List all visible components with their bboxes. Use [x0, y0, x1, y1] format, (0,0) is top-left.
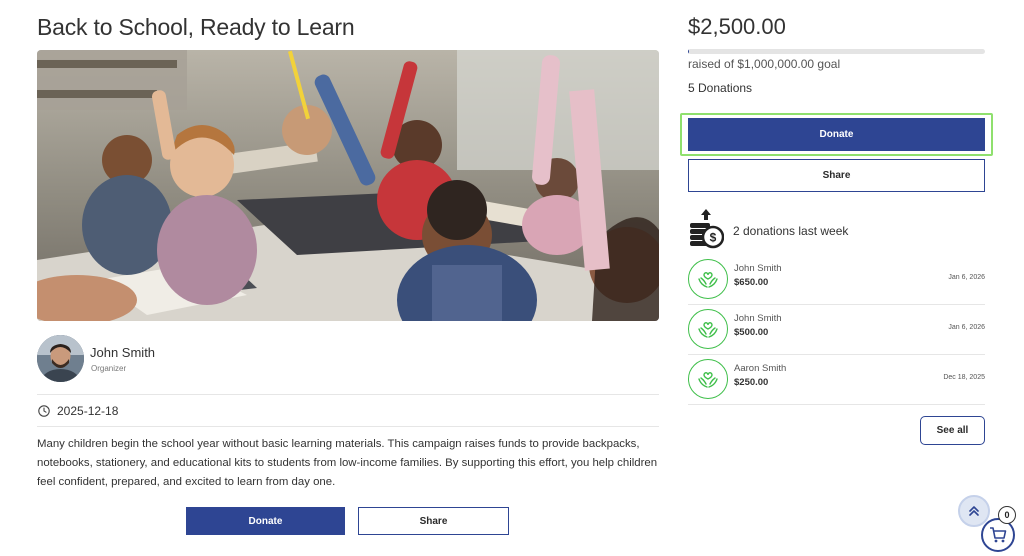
organizer-name: John Smith [90, 345, 156, 360]
donation-date: Jan 6, 2026 [948, 324, 985, 331]
see-all-button[interactable]: See all [920, 416, 985, 445]
donate-button-bottom[interactable]: Donate [186, 507, 345, 535]
raised-amount: $2,500.00 [688, 14, 786, 39]
weekly-donations-text: 2 donations last week [733, 224, 849, 238]
coins-stack-icon: $ [690, 209, 724, 249]
campaign-hero-image [37, 50, 659, 321]
donate-button[interactable]: Donate [688, 118, 985, 151]
donation-date: Dec 18, 2025 [943, 374, 985, 381]
donation-amount: $500.00 [734, 327, 769, 338]
page-title: Back to School, Ready to Learn [37, 14, 355, 40]
clock-icon [38, 405, 50, 417]
funding-progress-bar [688, 49, 985, 54]
svg-text:$: $ [710, 231, 717, 245]
hands-heart-icon [688, 259, 728, 299]
organizer-role: Organizer [91, 364, 127, 373]
campaign-date: 2025-12-18 [57, 404, 119, 418]
hands-heart-icon [688, 359, 728, 399]
weekly-donations-summary: $ 2 donations last week [688, 207, 985, 251]
donor-name: Aaron Smith [734, 363, 787, 374]
shopping-cart-icon [990, 527, 1007, 543]
funding-progress-fill [688, 49, 689, 54]
donation-item: Aaron Smith $250.00 Dec 18, 2025 [688, 355, 985, 405]
organizer-row: John Smith Organizer [37, 335, 659, 395]
goal-text: raised of $1,000,000.00 goal [688, 57, 841, 71]
donation-count: 5 Donations [688, 81, 753, 95]
hands-heart-icon [688, 309, 728, 349]
share-button[interactable]: Share [688, 159, 985, 192]
campaign-description: Many children begin the school year with… [37, 438, 658, 488]
donation-item: John Smith $650.00 Jan 6, 2026 [688, 255, 985, 305]
share-button-bottom[interactable]: Share [358, 507, 509, 535]
donor-name: John Smith [734, 313, 782, 324]
organizer-avatar [37, 335, 84, 382]
double-chevron-up-icon [969, 506, 979, 516]
campaign-date-row: 2025-12-18 [37, 397, 659, 427]
donor-name: John Smith [734, 263, 782, 274]
donation-amount: $250.00 [734, 377, 769, 388]
donation-item: John Smith $500.00 Jan 6, 2026 [688, 305, 985, 355]
donation-amount: $650.00 [734, 277, 769, 288]
donation-date: Jan 6, 2026 [948, 274, 985, 281]
cart-count-badge: 0 [998, 506, 1016, 524]
